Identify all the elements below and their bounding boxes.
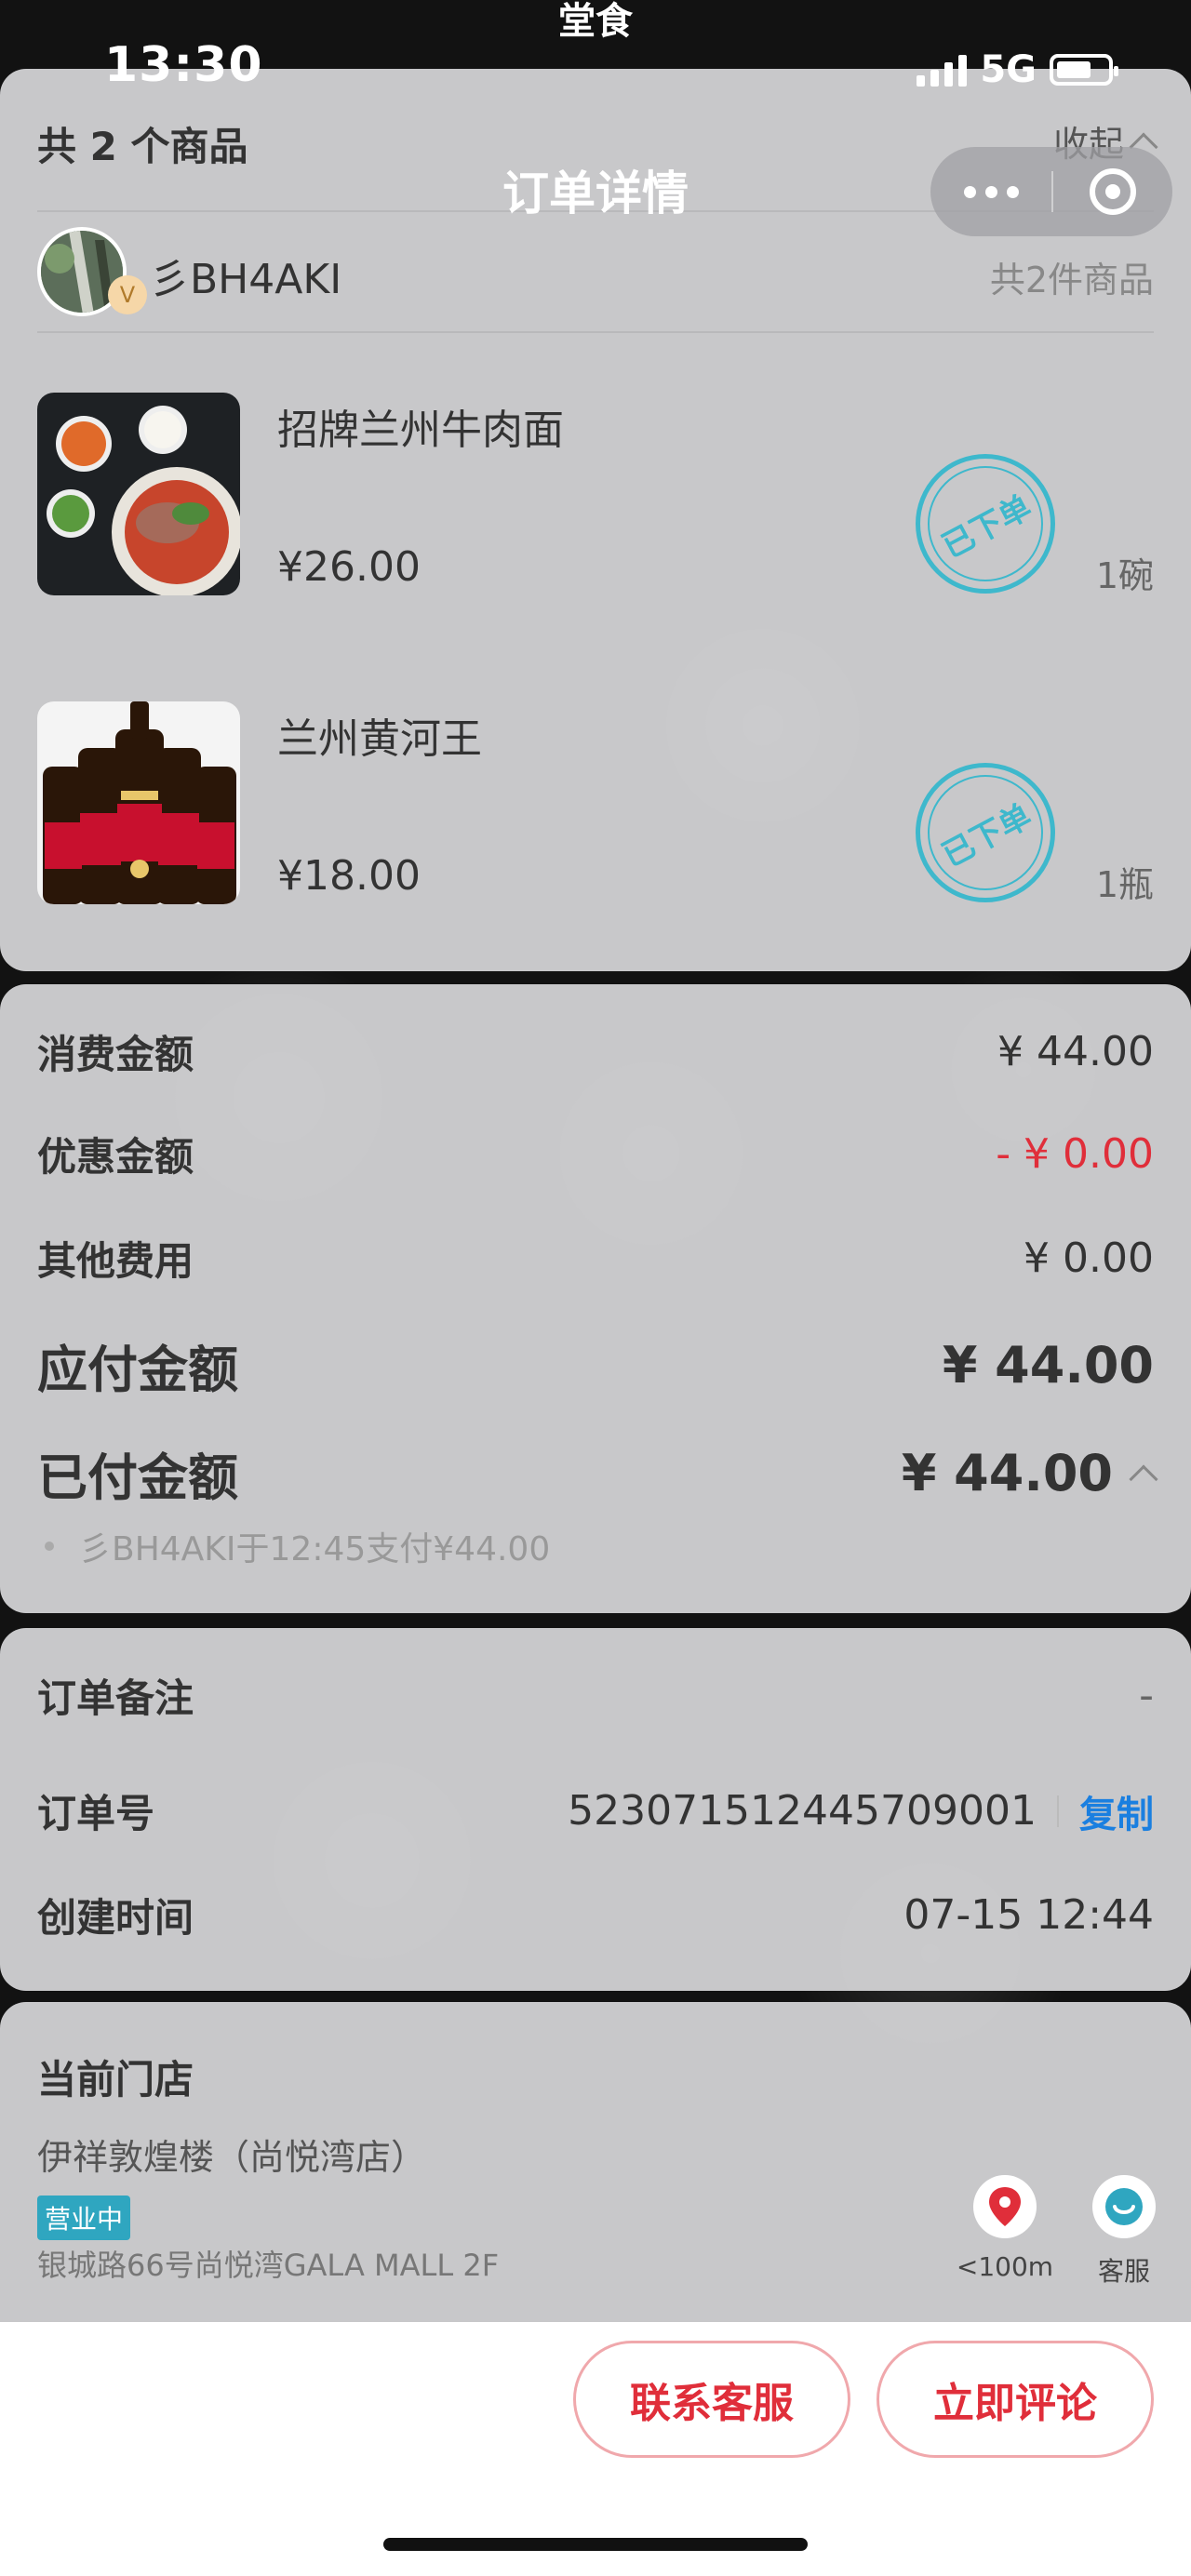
location-pin-icon (973, 2175, 1037, 2238)
battery-icon (1050, 54, 1118, 86)
store-address: 银城路66号尚悦湾GALA MALL 2F (37, 2248, 500, 2283)
status-indicators: 5G (917, 48, 1118, 91)
chevron-up-icon[interactable] (1129, 1463, 1158, 1494)
consume-value: ¥ 44.00 (997, 1028, 1154, 1075)
copy-button[interactable]: 复制 (1079, 1784, 1154, 1838)
payable-row: 应付金额 ¥ 44.00 (37, 1328, 1154, 1402)
discount-row: 优惠金额 - ¥ 0.00 (37, 1126, 1154, 1182)
items-summary: 共2件商品 (989, 260, 1154, 300)
order-note-value: - (1139, 1672, 1154, 1719)
chat-icon (1092, 2175, 1156, 2238)
product-image-beef-noodle[interactable] (37, 393, 240, 595)
paid-label: 已付金额 (37, 1448, 238, 1507)
store-status-badge: 营业中 (37, 2196, 131, 2240)
discount-label: 优惠金额 (37, 1134, 194, 1180)
more-icon[interactable] (930, 185, 1051, 198)
created-time-row: 创建时间 07-15 12:44 (37, 1887, 1154, 1943)
payment-detail: 彡BH4AKI于12:45支付¥44.00 (45, 1522, 550, 1570)
other-fees-row: 其他费用 ¥ 0.00 (37, 1230, 1154, 1287)
ordered-stamp: 已下单 (916, 763, 1055, 902)
product-price: ¥18.00 (277, 852, 421, 900)
stamp-text: 已下单 (936, 796, 1038, 874)
order-number-value: 523071512445709001 (568, 1787, 1037, 1835)
product-qty: 1碗 (1095, 555, 1154, 596)
product-name: 兰州黄河王 (277, 715, 482, 763)
vip-badge: V (108, 275, 147, 314)
stamp-text: 已下单 (936, 487, 1038, 566)
paid-row[interactable]: 已付金额 ¥ 44.00 (37, 1436, 1158, 1510)
review-button[interactable]: 立即评论 (877, 2341, 1154, 2458)
store-name[interactable]: 伊祥敦煌楼（尚悦湾店） (37, 2129, 426, 2180)
order-number-row: 订单号 523071512445709001 复制 (37, 1782, 1154, 1839)
store-section-label: 当前门店 (37, 2057, 194, 2102)
amounts-card: 消费金额 ¥ 44.00 优惠金额 - ¥ 0.00 其他费用 ¥ 0.00 应… (0, 984, 1191, 1613)
status-time: 13:30 (104, 37, 263, 93)
consume-label: 消费金额 (37, 1032, 194, 1077)
home-indicator (383, 2538, 808, 2551)
network-type: 5G (980, 48, 1037, 91)
store-card: 当前门店 伊祥敦煌楼（尚悦湾店） 营业中 银城路66号尚悦湾GALA MALL … (0, 2002, 1191, 2374)
product-price: ¥26.00 (277, 543, 421, 591)
copy-divider (1057, 1795, 1059, 1827)
contact-service-button[interactable]: 联系客服 (573, 2341, 850, 2458)
order-note-label: 订单备注 (37, 1675, 194, 1721)
service-label: 客服 (1097, 2256, 1150, 2287)
payment-detail-text: 彡BH4AKI于12:45支付¥44.00 (78, 1530, 551, 1568)
bullet-dot (45, 1542, 54, 1551)
discount-value: - ¥ 0.00 (996, 1130, 1154, 1178)
customer-service-button[interactable]: 客服 (1077, 2175, 1171, 2289)
payable-label: 应付金额 (37, 1341, 238, 1399)
consume-row: 消费金额 ¥ 44.00 (37, 1023, 1154, 1080)
navigate-button[interactable]: <100m (956, 2175, 1054, 2282)
close-target-icon[interactable] (1053, 168, 1172, 215)
signal-icon (917, 53, 968, 87)
orderer-name: 彡BH4AKI (149, 256, 342, 303)
product-name: 招牌兰州牛肉面 (277, 407, 564, 454)
other-fees-value: ¥ 0.00 (1024, 1235, 1154, 1282)
order-note-row: 订单备注 - (37, 1667, 1154, 1724)
divider (37, 331, 1154, 333)
product-qty: 1瓶 (1095, 864, 1154, 905)
distance-label: <100m (956, 2251, 1054, 2282)
order-info-card: 订单备注 - 订单号 523071512445709001 复制 创建时间 07… (0, 1628, 1191, 1991)
ordered-stamp: 已下单 (916, 454, 1055, 594)
payable-value: ¥ 44.00 (942, 1336, 1154, 1395)
product-image-beer[interactable] (37, 701, 240, 904)
paid-value: ¥ 44.00 (901, 1444, 1113, 1502)
miniprogram-capsule (930, 147, 1172, 236)
other-fees-label: 其他费用 (37, 1238, 194, 1284)
created-time-label: 创建时间 (37, 1895, 194, 1941)
created-time-value: 07-15 12:44 (903, 1891, 1154, 1939)
order-number-label: 订单号 (37, 1791, 155, 1836)
